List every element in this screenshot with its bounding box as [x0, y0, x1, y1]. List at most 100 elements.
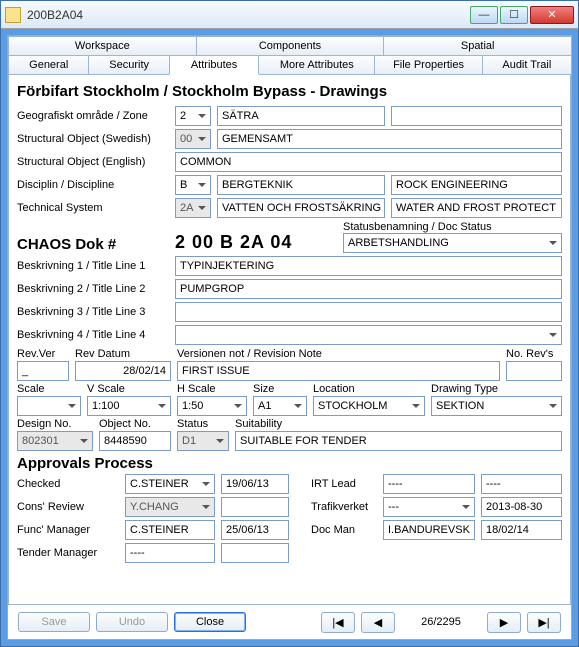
title1-label: Beskrivning 1 / Title Line 1	[17, 260, 175, 272]
nav-prev-button[interactable]: ◀	[361, 612, 395, 633]
sobj-en-label: Structural Object (English)	[17, 156, 175, 168]
docstatus-value[interactable]: ARBETSHANDLING	[343, 233, 562, 253]
irt-date[interactable]: ----	[481, 474, 562, 494]
tab-attributes[interactable]: Attributes	[169, 55, 259, 75]
minimize-button[interactable]: —	[470, 6, 498, 24]
norev-value[interactable]	[506, 361, 562, 381]
hscale-value[interactable]: 1:50	[177, 396, 247, 416]
cons-label: Cons' Review	[17, 501, 125, 513]
tab-spatial[interactable]: Spatial	[383, 36, 572, 55]
revnote-value[interactable]: FIRST ISSUE	[177, 361, 500, 381]
tabs-row-1: Workspace Components Spatial	[8, 36, 571, 55]
window-controls: — ☐ ✕	[468, 6, 574, 24]
tender-who[interactable]: ----	[125, 543, 215, 563]
zone-name[interactable]: SÄTRA	[217, 106, 385, 126]
trafik-label: Trafikverket	[311, 501, 383, 513]
page-title: Förbifart Stockholm / Stockholm Bypass -…	[17, 83, 562, 100]
tab-security[interactable]: Security	[88, 55, 169, 75]
title3-label: Beskrivning 3 / Title Line 3	[17, 306, 175, 318]
suitability-label: Suitability	[235, 418, 562, 430]
status-label: Status	[177, 418, 229, 430]
discipline-name[interactable]: BERGTEKNIK	[217, 175, 385, 195]
cons-who[interactable]: Y.CHANG	[125, 497, 215, 517]
revver-label: Rev.Ver	[17, 348, 69, 360]
status-value[interactable]: D1	[177, 431, 229, 451]
zone-extra[interactable]	[391, 106, 562, 126]
sobj-sv-label: Structural Object (Swedish)	[17, 133, 175, 145]
tab-file-properties[interactable]: File Properties	[374, 55, 482, 75]
approvals-heading: Approvals Process	[17, 455, 562, 472]
object-value[interactable]: 8448590	[99, 431, 171, 451]
title3-value[interactable]	[175, 302, 562, 322]
docman-date[interactable]: 18/02/14	[481, 520, 562, 540]
title1-value[interactable]: TYPINJEKTERING	[175, 256, 562, 276]
revdate-value[interactable]: 28/02/14	[75, 361, 171, 381]
design-value[interactable]: 802301	[17, 431, 93, 451]
norev-label: No. Rev's	[506, 348, 562, 360]
footer: Save Undo Close |◀ ◀ 26/2295 ▶ ▶|	[8, 605, 571, 639]
revnote-label: Versionen not / Revision Note	[177, 348, 500, 360]
title4-value[interactable]	[175, 325, 562, 345]
checked-date[interactable]: 19/06/13	[221, 474, 289, 494]
vscale-value[interactable]: 1:100	[87, 396, 171, 416]
func-who[interactable]: C.STEINER	[125, 520, 215, 540]
revver-value[interactable]: _	[17, 361, 69, 381]
nav-last-button[interactable]: ▶|	[527, 612, 561, 633]
zone-code[interactable]: 2	[175, 106, 211, 126]
drawtype-label: Drawing Type	[431, 383, 562, 395]
tab-audit-trail[interactable]: Audit Trail	[482, 55, 572, 75]
title4-label: Beskrivning 4 / Title Line 4	[17, 329, 175, 341]
tab-components[interactable]: Components	[196, 36, 385, 55]
size-value[interactable]: A1	[253, 396, 307, 416]
checked-label: Checked	[17, 478, 125, 490]
trafik-date[interactable]: 2013-08-30	[481, 497, 562, 517]
drawtype-value[interactable]: SEKTION	[431, 396, 562, 416]
save-button[interactable]: Save	[18, 612, 90, 632]
tab-more-attributes[interactable]: More Attributes	[258, 55, 375, 75]
title2-value[interactable]: PUMPGROP	[175, 279, 562, 299]
close-button[interactable]: Close	[174, 612, 246, 632]
discipline-label: Disciplin / Discipline	[17, 179, 175, 191]
tab-workspace[interactable]: Workspace	[8, 36, 197, 55]
revdate-label: Rev Datum	[75, 348, 171, 360]
chaos-value: 2 00 B 2A 04	[175, 232, 343, 253]
tab-general[interactable]: General	[8, 55, 89, 75]
object-label: Object No.	[99, 418, 171, 430]
trafik-who[interactable]: ---	[383, 497, 475, 517]
discipline-code[interactable]: B	[175, 175, 211, 195]
maximize-button[interactable]: ☐	[500, 6, 528, 24]
docman-who[interactable]: I.BANDUREVSK	[383, 520, 475, 540]
nav-first-button[interactable]: |◀	[321, 612, 355, 633]
sobj-sv-code[interactable]: 00	[175, 129, 211, 149]
tender-date[interactable]	[221, 543, 289, 563]
sobj-sv-name[interactable]: GEMENSAMT	[217, 129, 562, 149]
titlebar: 200B2A04 — ☐ ✕	[1, 1, 578, 29]
tabs-row-2: General Security Attributes More Attribu…	[8, 55, 571, 75]
discipline-en[interactable]: ROCK ENGINEERING	[391, 175, 562, 195]
techsys-label: Technical System	[17, 202, 175, 214]
sobj-en-name[interactable]: COMMON	[175, 152, 562, 172]
location-label: Location	[313, 383, 425, 395]
vscale-label: V Scale	[87, 383, 171, 395]
client-area: Workspace Components Spatial General Sec…	[7, 35, 572, 640]
func-date[interactable]: 25/06/13	[221, 520, 289, 540]
chaos-label: CHAOS Dok #	[17, 236, 175, 253]
techsys-en[interactable]: WATER AND FROST PROTECT	[391, 198, 562, 218]
scale-value[interactable]	[17, 396, 81, 416]
techsys-code[interactable]: 2A	[175, 198, 211, 218]
nav-next-button[interactable]: ▶	[487, 612, 521, 633]
tender-label: Tender Manager	[17, 547, 125, 559]
close-window-button[interactable]: ✕	[530, 6, 574, 24]
irt-label: IRT Lead	[311, 478, 383, 490]
zone-label: Geografiskt område / Zone	[17, 110, 175, 122]
undo-button[interactable]: Undo	[96, 612, 168, 632]
irt-who[interactable]: ----	[383, 474, 475, 494]
record-counter: 26/2295	[401, 616, 481, 628]
suitability-value[interactable]: SUITABLE FOR TENDER	[235, 431, 562, 451]
scale-label: Scale	[17, 383, 81, 395]
design-label: Design No.	[17, 418, 93, 430]
cons-date[interactable]	[221, 497, 289, 517]
checked-who[interactable]: C.STEINER	[125, 474, 215, 494]
techsys-name[interactable]: VATTEN OCH FROSTSÄKRING	[217, 198, 385, 218]
location-value[interactable]: STOCKHOLM	[313, 396, 425, 416]
